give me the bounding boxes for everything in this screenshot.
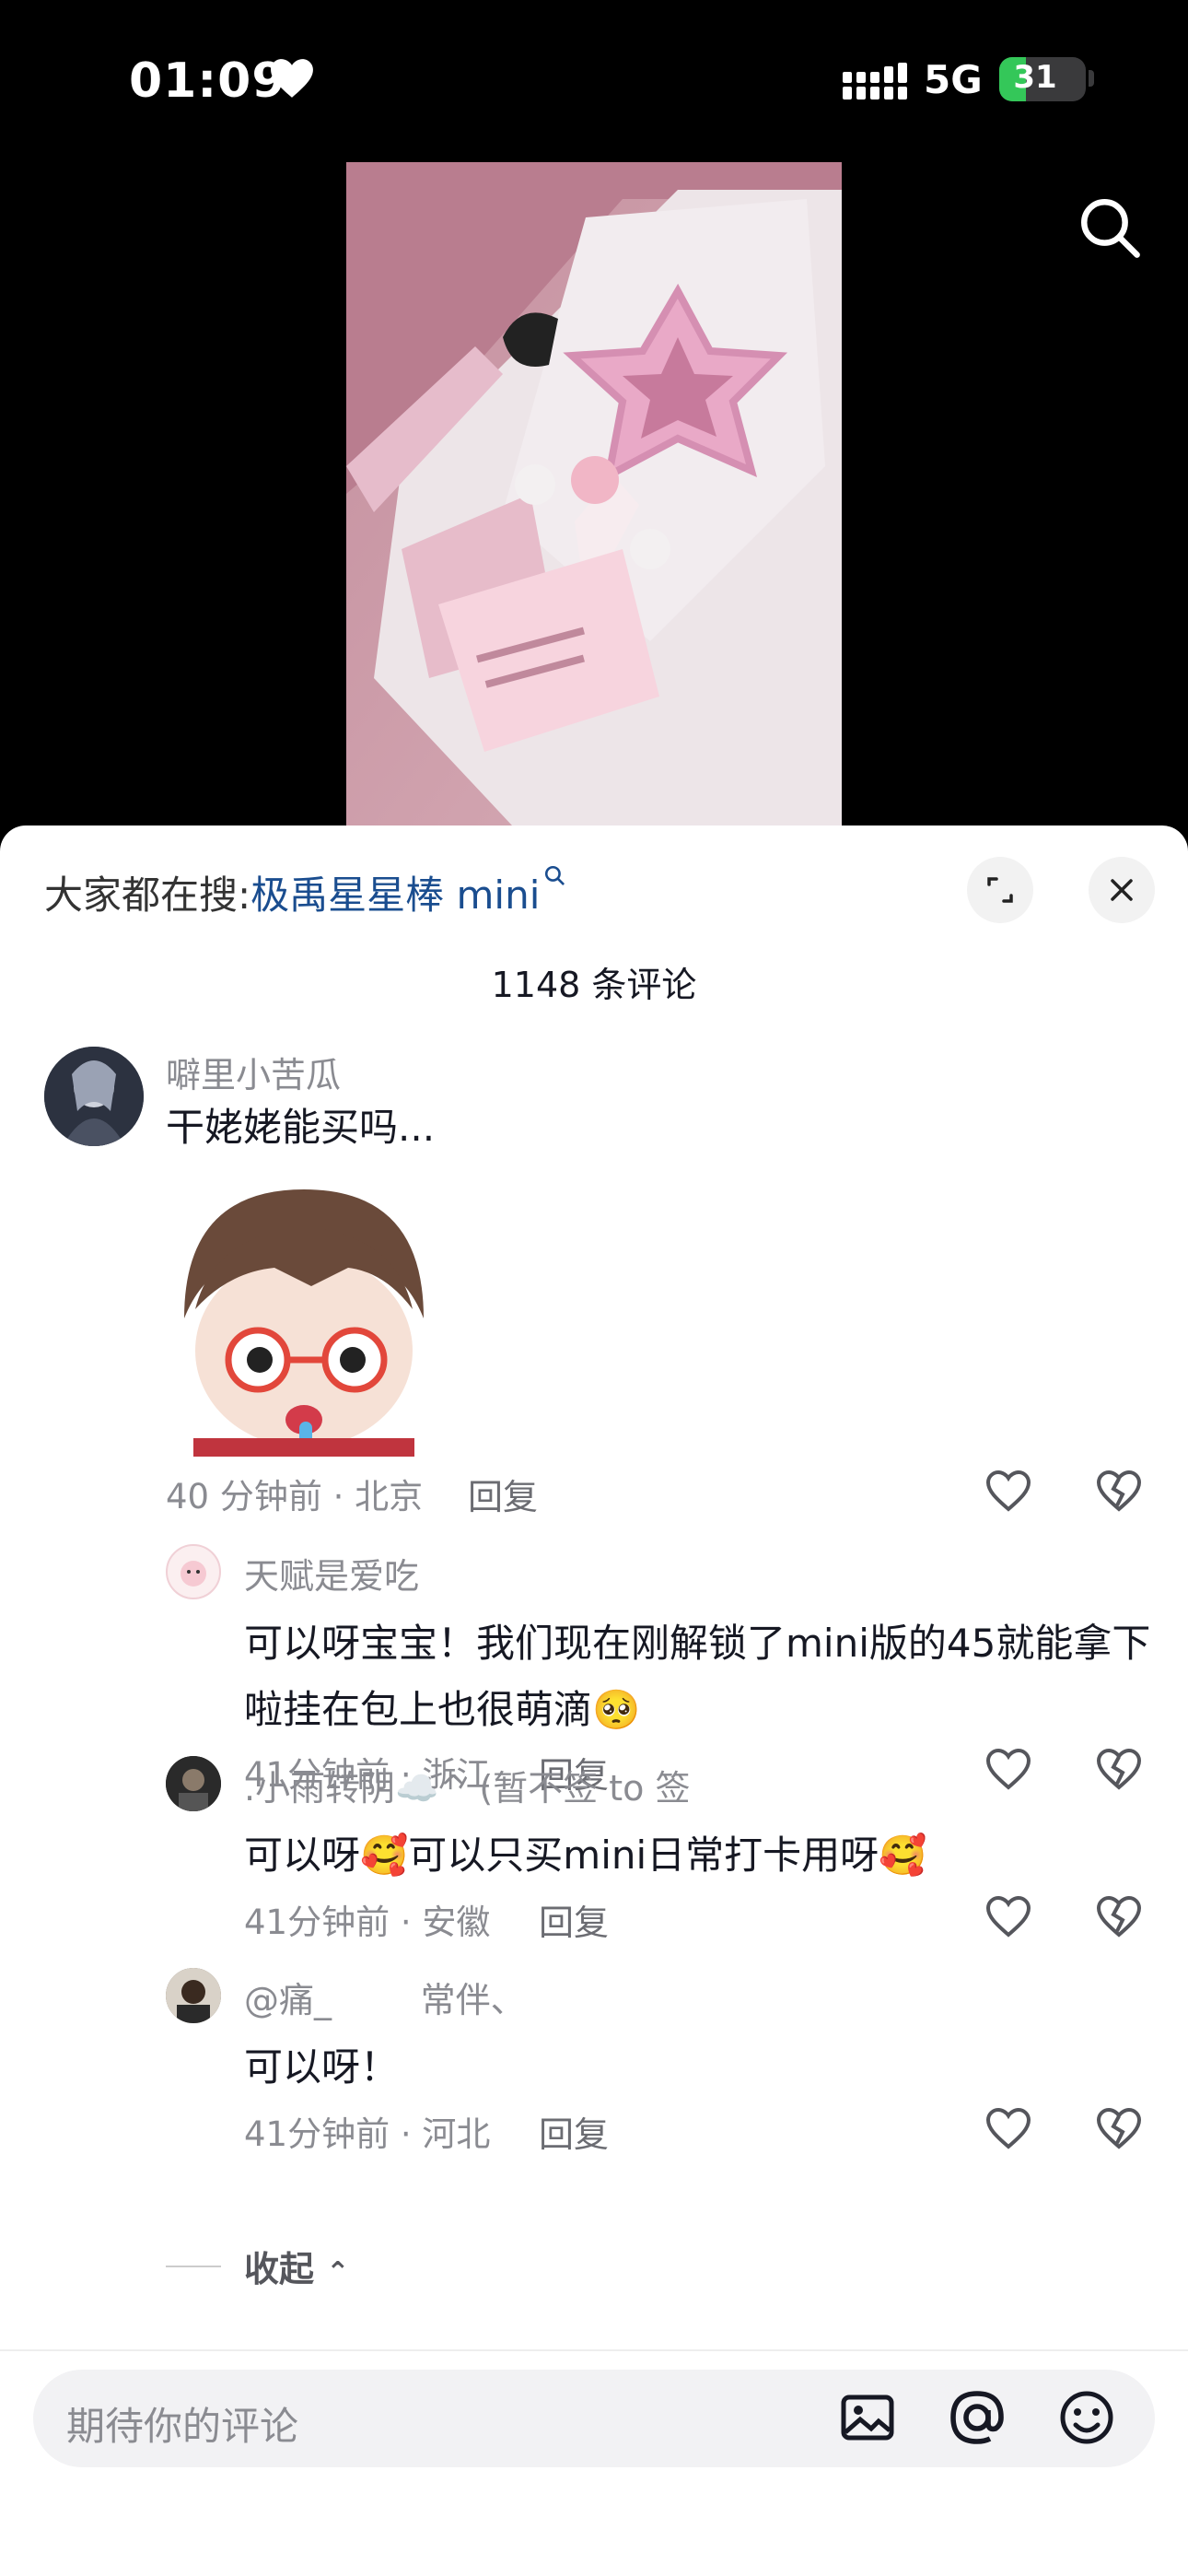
comment-username[interactable]: 天赋是爱吃 xyxy=(244,1548,419,1598)
comment-text: 可以呀🥰可以只买mini日常打卡用呀🥰 xyxy=(244,1832,927,1878)
dislike-icon[interactable] xyxy=(1095,1747,1143,1791)
comment-meta: 40 分钟前 · 北京 xyxy=(166,1477,424,1516)
search-icon[interactable] xyxy=(1076,193,1144,262)
comment-username[interactable]: .小雨转阴☁️^ (暂不签 to 签 xyxy=(244,1760,690,1810)
reply-button[interactable]: 回复 xyxy=(539,1894,609,1945)
network-type: 5G xyxy=(924,57,983,102)
comment-username[interactable]: 噼里小苦瓜 xyxy=(166,1047,341,1097)
expand-icon xyxy=(987,877,1013,903)
dislike-icon[interactable] xyxy=(1095,1894,1143,1938)
dislike-icon[interactable] xyxy=(1095,2106,1143,2150)
comment-text: 干姥姥能买吗... xyxy=(166,1105,436,1150)
avatar[interactable] xyxy=(44,1047,144,1146)
like-icon[interactable] xyxy=(984,1894,1032,1938)
status-time: 01:09 xyxy=(129,53,286,109)
hot-search-banner[interactable]: 大家都在搜:极禹星星棒 mini xyxy=(44,864,567,920)
signal-icon xyxy=(843,63,907,100)
at-icon[interactable] xyxy=(948,2388,1007,2447)
emoji-icon[interactable] xyxy=(1057,2388,1116,2447)
close-button[interactable] xyxy=(1089,857,1155,923)
input-divider xyxy=(0,2349,1188,2351)
search-icon xyxy=(545,865,565,886)
dislike-icon[interactable] xyxy=(1095,1469,1143,1513)
battery-percent: 31 xyxy=(1013,59,1057,96)
chevron-up-icon: ⌃ xyxy=(326,2256,350,2289)
collapse-divider xyxy=(166,2266,221,2267)
close-icon xyxy=(1111,879,1133,901)
comment-meta: 41分钟前 · 安徽 xyxy=(244,1903,491,1942)
reply-button[interactable]: 回复 xyxy=(468,1469,538,1519)
comment-input[interactable]: 期待你的评论 xyxy=(33,2370,1155,2467)
comment-meta: 41分钟前 · 河北 xyxy=(244,2114,491,2154)
heart-icon xyxy=(271,59,313,98)
avatar[interactable] xyxy=(166,1968,221,2023)
expand-button[interactable] xyxy=(967,857,1033,923)
collapse-replies-button[interactable]: 收起 ⌃ xyxy=(244,2241,349,2291)
avatar[interactable] xyxy=(166,1756,221,1811)
status-bar: 01:09 5G 31 xyxy=(0,0,1188,166)
reply-button[interactable]: 回复 xyxy=(539,2106,609,2157)
like-icon[interactable] xyxy=(984,1747,1032,1791)
comment-sticker-image[interactable] xyxy=(166,1180,442,1457)
like-icon[interactable] xyxy=(984,2106,1032,2150)
battery-indicator: 31 xyxy=(999,57,1086,101)
image-icon[interactable] xyxy=(838,2388,897,2447)
hot-search-prefix: 大家都在搜: xyxy=(44,872,251,918)
comment-text: 可以呀！ xyxy=(244,2044,400,2090)
comment-text: 可以呀宝宝！我们现在刚解锁了mini版的45就能拿下啦挂在包上也很萌滴🥺 xyxy=(244,1621,1151,1732)
comment-username[interactable]: @痛_ 常伴、 xyxy=(244,1972,526,2022)
comment-sheet: 大家都在搜:极禹星星棒 mini 1148 条评论 噼里小苦瓜 干姥姥能买吗..… xyxy=(0,825,1188,2576)
comment-input-placeholder: 期待你的评论 xyxy=(66,2404,299,2449)
collapse-label: 收起 xyxy=(244,2249,315,2289)
hot-search-keyword[interactable]: 极禹星星棒 mini xyxy=(250,872,540,918)
video-thumbnail[interactable] xyxy=(346,162,842,825)
comment-count: 1148 条评论 xyxy=(491,965,697,1005)
like-icon[interactable] xyxy=(984,1469,1032,1513)
avatar[interactable] xyxy=(166,1544,221,1599)
